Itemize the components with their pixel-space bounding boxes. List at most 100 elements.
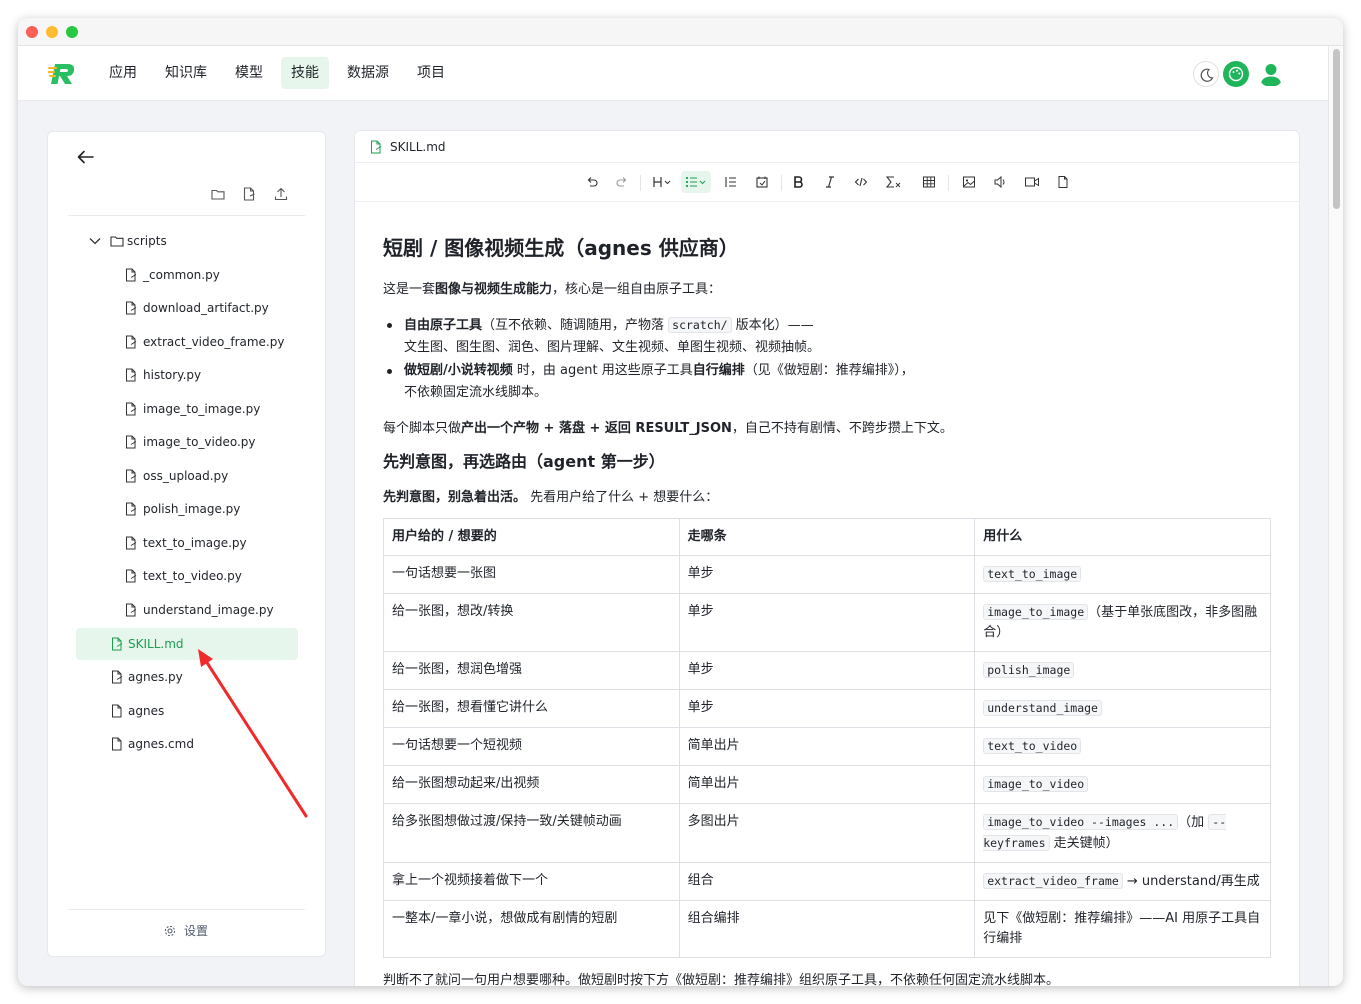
user-icon[interactable]: [1258, 61, 1284, 87]
tree-file[interactable]: agnes.cmd: [76, 728, 298, 760]
logo-icon[interactable]: [48, 61, 78, 87]
video-button[interactable]: [1021, 171, 1043, 193]
italic-button[interactable]: [819, 171, 841, 193]
window-scrollbar[interactable]: [1328, 46, 1343, 986]
tree-file[interactable]: agnes.py: [76, 661, 298, 693]
tree-file[interactable]: _common.py: [76, 259, 298, 291]
back-arrow-icon[interactable]: [76, 149, 96, 165]
tree-file[interactable]: polish_image.py: [76, 493, 298, 525]
table-cell: 给一张图，想改/转换: [383, 593, 680, 652]
tree-file[interactable]: agnes: [76, 695, 298, 727]
undo-button[interactable]: [581, 171, 603, 193]
table-cell: 拿上一个视频接着做下一个: [383, 862, 680, 901]
close-window-button[interactable]: [26, 26, 38, 38]
settings-label: 设置: [184, 924, 209, 938]
file-edit-icon: [126, 469, 137, 483]
tree-folder-scripts[interactable]: scripts: [76, 225, 298, 257]
editor-toolbar: [355, 163, 1299, 202]
tree-file[interactable]: download_artifact.py: [76, 292, 298, 324]
tree-label: image_to_video.py: [143, 435, 256, 449]
markdown-editor: SKILL.md 短剧 / 图像视频生成（agnes 供应商） 这是一套图像与视…: [354, 130, 1300, 986]
file-tab[interactable]: SKILL.md: [355, 131, 1299, 163]
nav-item-skills[interactable]: 技能: [281, 57, 329, 89]
tree-label: history.py: [143, 368, 202, 382]
bullet-list-button[interactable]: [681, 171, 711, 193]
tree-file[interactable]: text_to_image.py: [76, 527, 298, 559]
table-row: 给一张图想动起来/出视频 简单出片 image_to_video: [383, 765, 1271, 804]
redo-button[interactable]: [611, 171, 633, 193]
moon-icon: [1200, 68, 1214, 82]
zoom-window-button[interactable]: [66, 26, 78, 38]
cell-text: → understand/再生成: [1122, 874, 1260, 889]
table-cell: understand_image: [974, 689, 1271, 728]
nav-item-knowledge-base[interactable]: 知识库: [155, 57, 217, 89]
tree-label: agnes: [128, 704, 165, 718]
document-icon: [1058, 176, 1068, 188]
para-text-post: 先看用户给了什么 + 想要什么：: [526, 490, 719, 505]
bullet-text: 版本化）——: [731, 318, 814, 333]
upload-icon[interactable]: [273, 186, 289, 202]
gear-icon: [164, 925, 176, 937]
nav-item-apps[interactable]: 应用: [99, 57, 147, 89]
tree-label: _common.py: [143, 268, 220, 282]
tree-file[interactable]: history.py: [76, 359, 298, 391]
inline-code-button[interactable]: [850, 171, 872, 193]
nav-item-models[interactable]: 模型: [225, 57, 273, 89]
tree-label: text_to_video.py: [143, 569, 242, 583]
minimize-window-button[interactable]: [46, 26, 58, 38]
table-icon: [923, 176, 935, 188]
intro-text-post: ，核心是一组自由原子工具：: [552, 282, 722, 297]
tree-label: polish_image.py: [143, 502, 241, 516]
bold-button[interactable]: [787, 171, 809, 193]
table-cell: text_to_video: [974, 727, 1271, 766]
formula-button[interactable]: [882, 171, 904, 193]
tree-label: download_artifact.py: [143, 301, 269, 315]
tree-label: image_to_image.py: [143, 402, 261, 416]
palette-button[interactable]: [1223, 61, 1249, 87]
tree-file[interactable]: oss_upload.py: [76, 460, 298, 492]
ordered-list-button[interactable]: [720, 171, 742, 193]
scrollbar-thumb[interactable]: [1333, 49, 1340, 209]
bullet-list: 自由原子工具（互不依赖、随调随用，产物落 scratch/ 版本化）—— 文生图…: [383, 314, 1263, 404]
inline-code: scratch/: [668, 317, 732, 333]
file-edit-icon: [126, 502, 137, 516]
new-folder-icon[interactable]: [210, 186, 226, 202]
tree-file[interactable]: understand_image.py: [76, 594, 298, 626]
cell-text: （加: [1178, 815, 1209, 830]
file-edit-icon: [112, 670, 123, 684]
tree-file-selected[interactable]: SKILL.md: [76, 628, 298, 660]
task-list-button[interactable]: [751, 171, 773, 193]
table-cell: 简单出片: [678, 727, 976, 766]
image-button[interactable]: [958, 171, 980, 193]
tree-file[interactable]: image_to_video.py: [76, 426, 298, 458]
nav-item-projects[interactable]: 项目: [407, 57, 455, 89]
undo-icon: [587, 177, 598, 187]
table-cell: 单步: [678, 689, 976, 728]
bullet-bold: 自行编排: [692, 363, 745, 378]
audio-button[interactable]: [989, 171, 1011, 193]
theme-toggle-button[interactable]: [1193, 61, 1219, 87]
file-edit-icon: [126, 402, 137, 416]
toolbar-separator: [640, 175, 641, 191]
tree-file[interactable]: extract_video_frame.py: [76, 326, 298, 358]
video-icon: [1025, 177, 1039, 187]
heading-dropdown-button[interactable]: [650, 171, 676, 193]
tree-file[interactable]: text_to_video.py: [76, 560, 298, 592]
new-file-icon[interactable]: [241, 186, 257, 202]
table-cell: 单步: [678, 593, 976, 652]
file-sidebar: scripts _common.py download_artifact.py …: [47, 131, 326, 957]
attachment-button[interactable]: [1052, 171, 1074, 193]
table-cell: 给多张图想做过渡/保持一致/关键帧动画: [383, 803, 680, 863]
bullet-text-line2: 文生图、图生图、润色、图片理解、文生视频、单图生视频、视频抽帧。: [404, 340, 821, 355]
nav-item-data-sources[interactable]: 数据源: [337, 57, 399, 89]
editor-content[interactable]: 短剧 / 图像视频生成（agnes 供应商） 这是一套图像与视频生成能力，核心是…: [383, 202, 1273, 986]
table-row: 给一张图，想改/转换 单步 image_to_image （基于单张底图改，非多图…: [383, 593, 1271, 652]
table-cell: 给一张图想动起来/出视频: [383, 765, 680, 804]
table-cell: image_to_video --images ... （加 --keyframe…: [974, 803, 1271, 863]
file-edit-icon: [126, 536, 137, 550]
inline-code: text_to_video: [983, 738, 1082, 754]
table-button[interactable]: [918, 171, 940, 193]
tree-file[interactable]: image_to_image.py: [76, 393, 298, 425]
table-row: 拿上一个视频接着做下一个 组合 extract_video_frame → un…: [383, 862, 1271, 901]
file-icon: [112, 737, 122, 751]
